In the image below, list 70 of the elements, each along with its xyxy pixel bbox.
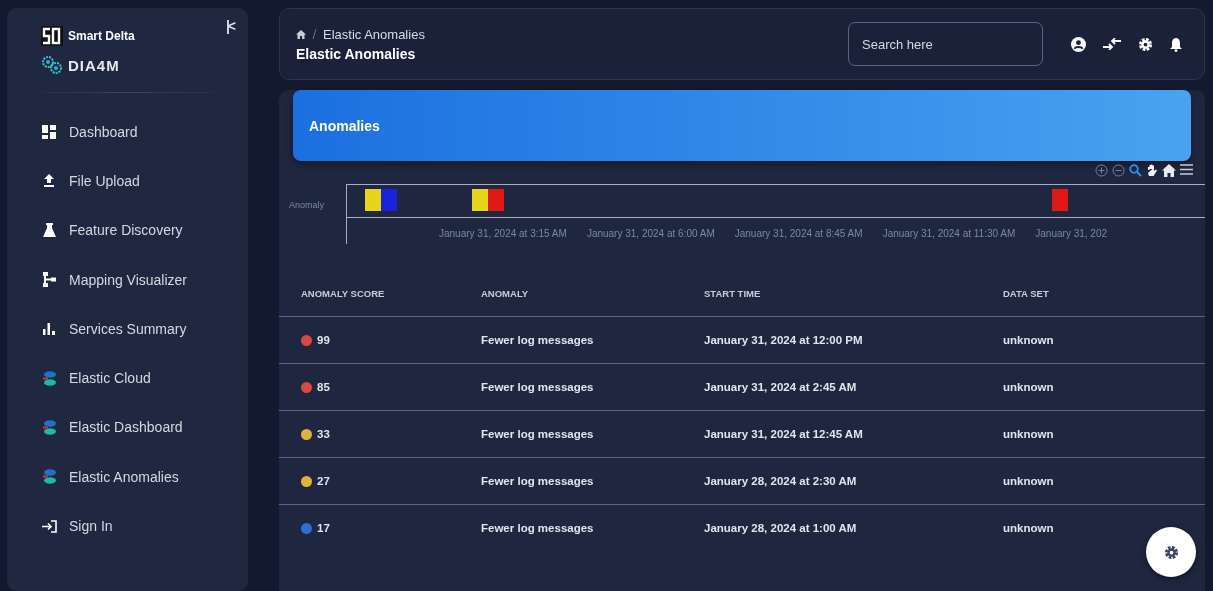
settings-icon bbox=[1163, 544, 1179, 560]
start-time-cell: January 28, 2024 at 2:30 AM bbox=[704, 475, 857, 487]
dashboard-icon bbox=[42, 124, 56, 139]
axis-label: January 31, 2024 at 11:30 AM bbox=[882, 228, 1016, 239]
start-time-cell: January 31, 2024 at 2:45 AM bbox=[704, 381, 857, 393]
lane-label: Anomaly bbox=[288, 199, 325, 212]
search-icon[interactable] bbox=[1129, 164, 1142, 177]
column-header: ANOMALY bbox=[481, 287, 529, 299]
score-cell: 17 bbox=[317, 522, 330, 534]
data-set-cell: unknown bbox=[1003, 428, 1054, 440]
axis-label: January 31, 2024 at 8:45 AM bbox=[734, 228, 863, 239]
sidebar-item[interactable]: Sign In bbox=[69, 518, 113, 534]
logo-icon bbox=[41, 26, 63, 46]
elastic-icon bbox=[42, 419, 56, 435]
score-cell: 33 bbox=[317, 428, 330, 440]
sidebar-item[interactable]: Feature Discovery bbox=[69, 222, 183, 239]
elastic-icon bbox=[42, 469, 56, 485]
arrows-icon[interactable] bbox=[1103, 38, 1121, 50]
product-name: DIA4M bbox=[68, 56, 120, 74]
score-cell: 85 bbox=[317, 381, 330, 393]
brand-name: Smart Delta bbox=[68, 29, 135, 43]
start-time-cell: January 31, 2024 at 12:45 AM bbox=[704, 428, 863, 440]
sidebar-item[interactable]: Elastic Dashboard bbox=[69, 419, 183, 436]
sidebar-item[interactable]: Elastic Anomalies bbox=[69, 468, 179, 485]
data-set-cell: unknown bbox=[1003, 522, 1054, 534]
axis-label: January 31, 202 bbox=[1035, 228, 1108, 239]
start-time-cell: January 31, 2024 at 12:00 PM bbox=[704, 334, 863, 346]
card-title: Anomalies bbox=[293, 90, 1191, 161]
zoom-in-icon[interactable] bbox=[1095, 164, 1108, 177]
flask-icon bbox=[42, 223, 56, 238]
account-icon[interactable] bbox=[1071, 36, 1086, 52]
data-set-cell: unknown bbox=[1003, 475, 1054, 487]
page-title: Elastic Anomalies bbox=[296, 45, 417, 62]
breadcrumb-link[interactable]: Elastic Anomalies bbox=[323, 26, 425, 42]
bell-icon[interactable] bbox=[1170, 36, 1182, 52]
upload-icon bbox=[43, 174, 55, 188]
gears-icon bbox=[41, 56, 63, 74]
axis-label: January 31, 2024 at 6:00 AM bbox=[586, 228, 715, 239]
home-icon[interactable] bbox=[296, 29, 306, 39]
sidebar-item[interactable]: Services Summary bbox=[69, 320, 187, 337]
anomaly-cell: Fewer log messages bbox=[481, 334, 594, 346]
breadcrumb-separator-icon bbox=[312, 29, 317, 39]
column-header: ANOMALY SCORE bbox=[301, 287, 385, 299]
settings-icon[interactable] bbox=[1138, 36, 1153, 52]
sidebar-item[interactable]: File Upload bbox=[69, 172, 140, 189]
settings-button[interactable] bbox=[1146, 527, 1196, 577]
home-icon[interactable] bbox=[1162, 164, 1176, 177]
anomaly-cell: Fewer log messages bbox=[481, 475, 594, 487]
sidebar-item[interactable]: Dashboard bbox=[69, 123, 138, 140]
menu-icon[interactable] bbox=[1180, 164, 1193, 175]
data-set-cell: unknown bbox=[1003, 334, 1054, 346]
collapse-button[interactable]: |< bbox=[225, 18, 234, 74]
anomaly-cell: Fewer log messages bbox=[481, 428, 594, 440]
start-time-cell: January 28, 2024 at 1:00 AM bbox=[704, 522, 857, 534]
axis-label: January 31, 2024 at 3:15 AM bbox=[439, 228, 567, 239]
bar-chart-icon bbox=[43, 322, 55, 335]
score-cell: 99 bbox=[317, 334, 330, 346]
sign-in-icon bbox=[41, 519, 57, 533]
elastic-icon bbox=[42, 370, 56, 386]
sidebar-item[interactable]: Mapping Visualizer bbox=[69, 271, 188, 288]
hierarchy-icon bbox=[42, 272, 56, 288]
data-set-cell: unknown bbox=[1003, 381, 1054, 393]
column-header: START TIME bbox=[704, 287, 761, 299]
anomaly-cell: Fewer log messages bbox=[481, 381, 594, 393]
column-header: DATA SET bbox=[1003, 287, 1049, 299]
score-cell: 27 bbox=[317, 475, 330, 487]
anomaly-cell: Fewer log messages bbox=[481, 522, 594, 534]
zoom-out-icon[interactable] bbox=[1112, 164, 1125, 177]
sidebar-item[interactable]: Elastic Cloud bbox=[69, 370, 151, 387]
search-field[interactable]: Search here bbox=[848, 22, 1043, 66]
